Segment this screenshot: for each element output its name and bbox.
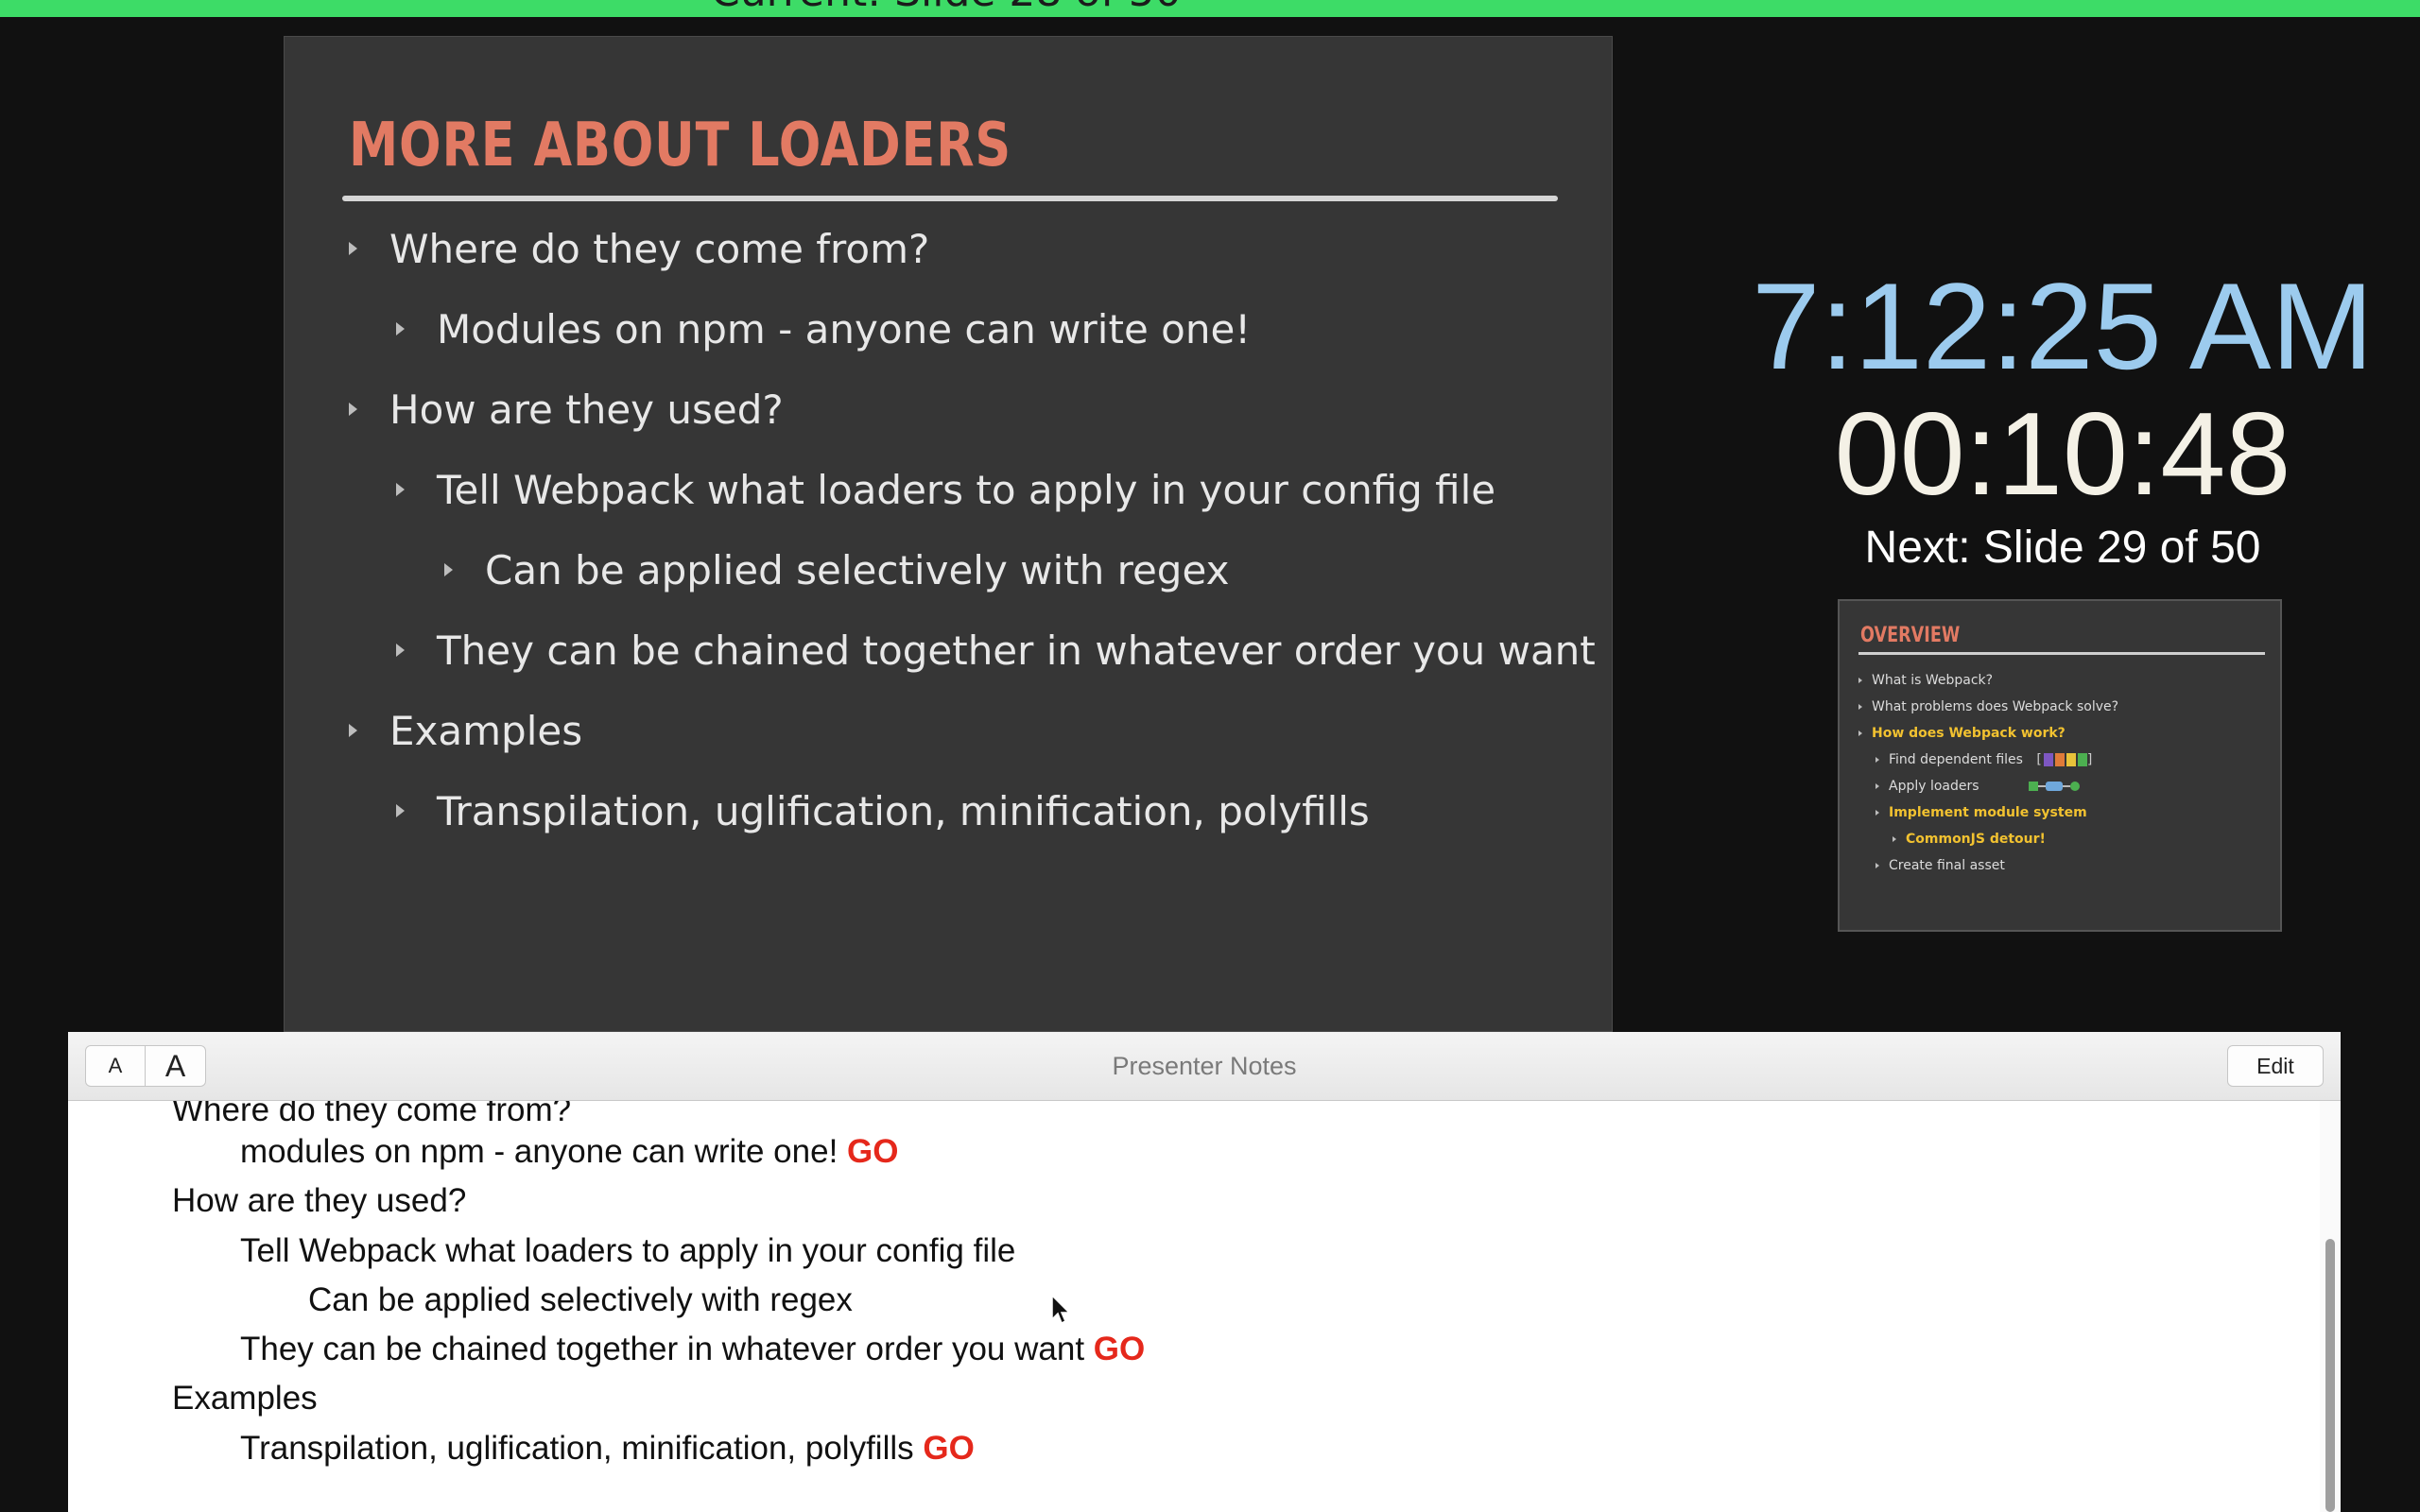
bullet-triangle-icon [1876,757,1879,763]
thumb-item: Implement module system [1876,805,2087,820]
current-slide-label: Current: Slide 28 of 50 [711,0,1182,16]
notes-line: How are they used? [172,1182,467,1219]
top-status-bar: Current: Slide 28 of 50 [0,0,2420,17]
mouse-pointer-icon [1051,1295,1071,1325]
notes-text-area[interactable]: Where do they come from? modules on npm … [68,1101,2318,1512]
bullet-triangle-icon [349,723,357,737]
bullet-triangle-icon [1876,863,1879,868]
bullet-triangle-icon [349,402,357,416]
notes-line: Can be applied selectively with regex [308,1281,853,1318]
slide-title-divider [342,196,1558,201]
current-slide: MORE ABOUT LOADERS Where do they come fr… [284,36,1613,1032]
notes-title: Presenter Notes [1112,1052,1297,1080]
bullet-triangle-icon [396,482,405,496]
loader-node-icon [2070,782,2081,791]
file-chip-icon [2043,753,2053,766]
edit-button[interactable]: Edit [2227,1045,2324,1087]
notes-scrollbar[interactable] [2320,1101,2341,1512]
notes-line: They can be chained together in whatever… [240,1331,1146,1367]
slide-bullet: They can be chained together in whatever… [396,627,1596,674]
bullet-triangle-icon [396,643,405,657]
bullet-triangle-icon [1876,810,1879,816]
clock-time: 7:12:25 AM [1752,257,2374,395]
notes-line: Examples [172,1380,318,1417]
thumb-item: What is Webpack? [1858,673,1993,688]
thumb-item: Find dependent files [] [1876,752,2092,767]
thumb-item: How does Webpack work? [1858,726,2066,741]
notes-line: Tell Webpack what loaders to apply in yo… [240,1232,1016,1269]
go-marker: GO [1093,1331,1146,1367]
bullet-triangle-icon [396,321,405,335]
bullet-triangle-icon [1858,730,1862,736]
next-slide-thumbnail: OVERVIEW What is Webpack? What problems … [1838,599,2282,932]
notes-line: Where do they come from? [172,1101,572,1128]
bullet-triangle-icon [396,803,405,817]
thumb-title: OVERVIEW [1860,624,1961,647]
bullet-triangle-icon [1858,704,1862,710]
thumb-item: CommonJS detour! [1893,832,2046,847]
loader-node-icon [2046,782,2064,791]
notes-toolbar: A A Presenter Notes Edit [68,1032,2341,1101]
presenter-notes-panel: A A Presenter Notes Edit Where do they c… [68,1032,2341,1512]
thumb-item: Apply loaders [1876,779,2081,794]
file-chip-icon [2077,753,2087,766]
file-chip-icon [2054,753,2065,766]
notes-line: modules on npm - anyone can write one! G… [240,1133,899,1170]
loader-node-icon [2029,782,2039,791]
bullet-triangle-icon [349,241,357,255]
go-marker: GO [847,1133,899,1170]
thumb-item: Create final asset [1876,858,2005,873]
elapsed-timer[interactable]: 00:10:48 [1751,387,2375,522]
next-slide-label: Next: Slide 29 of 50 [1864,523,2261,573]
slide-bullet: Can be applied selectively with regex [444,547,1229,593]
bullet-triangle-icon [444,562,453,576]
go-marker: GO [923,1430,975,1467]
slide-title: MORE ABOUT LOADERS [349,111,1012,180]
slide-bullet: Transpilation, uglification, minificatio… [396,788,1370,834]
file-chip-icon [2066,753,2076,766]
slide-bullet: Modules on npm - anyone can write one! [396,306,1251,352]
bullet-triangle-icon [1858,678,1862,683]
slide-bullet: Tell Webpack what loaders to apply in yo… [396,467,1495,513]
thumb-title-divider [1858,652,2265,655]
slide-bullet: How are they used? [349,387,784,433]
notes-line: Transpilation, uglification, minificatio… [240,1430,975,1467]
scrollbar-thumb[interactable] [2325,1239,2335,1512]
slide-bullet: Examples [349,708,582,754]
bullet-triangle-icon [1876,783,1879,789]
bullet-triangle-icon [1893,836,1896,842]
slide-bullet: Where do they come from? [349,226,929,272]
thumb-item: What problems does Webpack solve? [1858,699,2118,714]
